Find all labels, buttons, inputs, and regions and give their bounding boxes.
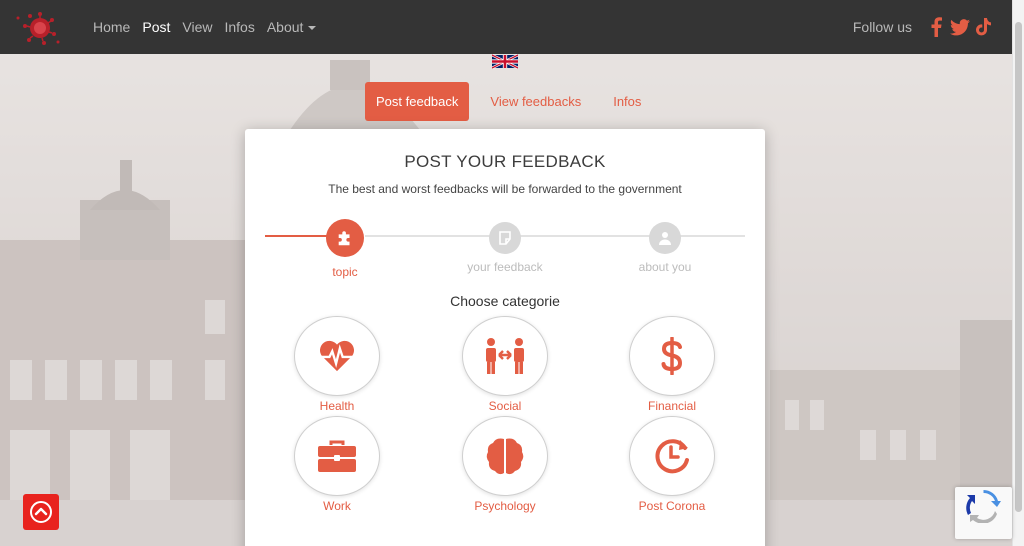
category-financial[interactable]: Financial [617, 316, 727, 413]
category-post-corona[interactable]: Post Corona [617, 416, 727, 513]
tiktok-icon[interactable] [974, 17, 994, 37]
puzzle-icon [326, 219, 364, 257]
top-navbar: Home Post View Infos About Follow us [0, 0, 1012, 54]
people-icon [462, 316, 548, 396]
follow-label: Follow us [852, 19, 912, 35]
wizard-step-label: topic [332, 265, 358, 279]
category-label: Health [319, 399, 355, 413]
follow-us: Follow us [853, 0, 994, 54]
twitter-icon[interactable] [950, 17, 970, 37]
page-scrollbar[interactable] [1012, 0, 1024, 546]
category-label: Financial [647, 399, 697, 413]
category-work[interactable]: Work [282, 416, 392, 513]
nav-home[interactable]: Home [93, 19, 130, 35]
recaptcha-badge[interactable] [955, 487, 1012, 539]
wizard-step-about-you[interactable]: about you [605, 219, 725, 274]
virus-logo-icon[interactable] [14, 10, 62, 46]
uk-flag-icon[interactable] [491, 53, 519, 70]
categories-heading: Choose categorie [450, 293, 560, 309]
tab-view-feedbacks[interactable]: View feedbacks [479, 82, 592, 121]
nav-links: Home Post View Infos About [93, 0, 328, 54]
tab-post-feedback[interactable]: Post feedback [365, 82, 470, 121]
caret-down-icon [308, 26, 317, 31]
user-icon [649, 222, 681, 254]
feedback-tabs: Post feedback View feedbacks Infos [365, 82, 652, 121]
wizard-steps: topic your feedback about you [265, 219, 745, 279]
heartbeat-icon [294, 316, 380, 396]
nav-infos[interactable]: Infos [224, 19, 254, 35]
brain-icon [462, 416, 548, 496]
wizard-step-your-feedback[interactable]: your feedback [445, 219, 565, 274]
category-label: Social [488, 399, 522, 413]
facebook-icon[interactable] [926, 17, 946, 37]
nav-about-dropdown[interactable]: About [267, 19, 317, 35]
category-social[interactable]: Social [450, 316, 560, 413]
category-label: Work [323, 499, 351, 513]
briefcase-icon [294, 416, 380, 496]
card-title: POST YOUR FEEDBACK [404, 152, 606, 171]
back-to-top-button[interactable] [23, 494, 59, 530]
card-subtitle: The best and worst feedbacks will be for… [328, 182, 682, 196]
dollar-icon [629, 316, 715, 396]
category-label: Post Corona [638, 499, 706, 513]
clock-forward-icon [629, 416, 715, 496]
scrollbar-thumb[interactable] [1015, 22, 1022, 512]
feedback-card: POST YOUR FEEDBACK The best and worst fe… [245, 129, 765, 546]
chevron-up-circle-icon [30, 501, 52, 523]
wizard-step-label: about you [638, 260, 692, 274]
category-health[interactable]: Health [282, 316, 392, 413]
nav-post[interactable]: Post [142, 19, 170, 35]
nav-view[interactable]: View [182, 19, 212, 35]
tab-infos[interactable]: Infos [602, 82, 652, 121]
wizard-step-topic[interactable]: topic [285, 219, 405, 279]
category-label: Psychology [474, 499, 536, 513]
note-icon [489, 222, 521, 254]
category-psychology[interactable]: Psychology [450, 416, 560, 513]
nav-about-label: About [266, 19, 304, 35]
wizard-step-label: your feedback [467, 260, 543, 274]
recaptcha-icon [966, 489, 1001, 524]
